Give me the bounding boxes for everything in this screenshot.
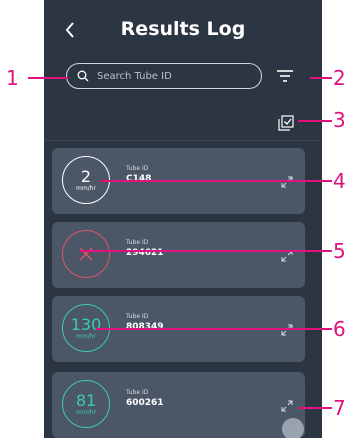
tube-id-value: C148: [126, 174, 152, 184]
floating-action-button[interactable]: [282, 418, 304, 438]
callout-line: [28, 77, 68, 79]
callout-number: 2: [333, 66, 346, 90]
result-unit: mm/hr: [76, 408, 96, 416]
result-unit: mm/hr: [76, 332, 96, 340]
callout-line: [80, 250, 332, 252]
search-input[interactable]: [95, 69, 249, 83]
result-ring: 81 mm/hr: [62, 380, 110, 428]
multi-select-button[interactable]: [278, 115, 296, 131]
page-title: Results Log: [120, 18, 246, 40]
callout-number: 4: [333, 169, 346, 193]
callout-line: [310, 77, 332, 79]
callout-number: 6: [333, 317, 346, 341]
error-ring: [62, 230, 110, 278]
tube-id-label: Tube ID: [126, 239, 149, 246]
expand-icon[interactable]: [281, 400, 293, 412]
search-icon: [77, 70, 89, 82]
callout-number: 5: [333, 239, 346, 263]
callout-number: 7: [333, 396, 346, 420]
result-card[interactable]: Tube ID 294621: [52, 222, 305, 288]
result-card[interactable]: 81 mm/hr Tube ID 600261: [52, 372, 305, 438]
error-x-icon: [79, 247, 93, 261]
filter-icon: [277, 70, 293, 82]
tube-id-label: Tube ID: [126, 313, 149, 320]
tube-id-label: Tube ID: [126, 389, 149, 396]
callout-number: 3: [333, 108, 346, 132]
callout-line: [298, 120, 332, 122]
app-screen: Results Log 2 mm/hr Tube ID C148: [44, 0, 322, 438]
header: Results Log: [44, 0, 322, 60]
multi-select-icon: [278, 115, 294, 131]
callout-number: 1: [6, 66, 19, 90]
divider: [44, 140, 322, 141]
result-value: 2: [80, 166, 92, 186]
tube-id-label: Tube ID: [126, 165, 149, 172]
result-value: 81: [75, 390, 97, 410]
expand-icon[interactable]: [281, 324, 293, 336]
tube-id-value: 808349: [126, 322, 164, 332]
filter-button[interactable]: [276, 68, 294, 84]
callout-line: [100, 180, 332, 182]
tube-id-value: 600261: [126, 398, 164, 408]
callout-line: [298, 407, 332, 409]
expand-icon[interactable]: [281, 176, 293, 188]
search-bar[interactable]: [66, 63, 262, 89]
callout-line: [96, 328, 332, 330]
result-unit: mm/hr: [76, 184, 96, 192]
